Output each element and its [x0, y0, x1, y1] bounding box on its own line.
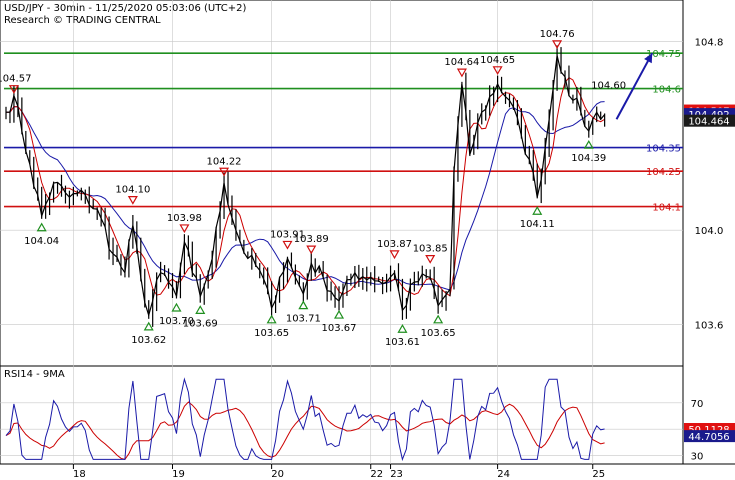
chart-background: [0, 0, 735, 480]
low-label: 104.39: [571, 153, 606, 164]
high-label: 104.22: [207, 156, 242, 167]
rsi-tick-label: 70: [691, 399, 704, 410]
level-label: 104.25: [646, 167, 681, 178]
chart-subtitle: Research © TRADING CENTRAL: [4, 15, 161, 26]
price-label: 104.60: [591, 81, 626, 92]
x-tick-label: 23: [390, 469, 403, 480]
low-label: 103.71: [286, 314, 321, 325]
chart-title: USD/JPY - 30min - 11/25/2020 05:03:06 (U…: [4, 3, 246, 14]
price-tick-label: 103.6: [695, 321, 724, 332]
low-label: 103.65: [421, 328, 456, 339]
high-label: 103.87: [377, 239, 412, 250]
high-label: 103.89: [294, 234, 329, 245]
x-tick-label: 22: [370, 469, 383, 480]
high-label: 104.57: [0, 74, 31, 85]
x-tick-label: 19: [172, 469, 185, 480]
level-label: 104.35: [646, 144, 681, 155]
price-tick-label: 104.8: [695, 37, 724, 48]
current-price-value: 104.464: [688, 117, 729, 128]
high-label: 104.64: [444, 57, 479, 68]
high-label: 103.98: [167, 213, 202, 224]
high-label: 104.10: [115, 185, 150, 196]
high-label: 104.65: [480, 55, 515, 66]
high-label: 103.85: [413, 244, 448, 255]
low-label: 103.69: [183, 318, 218, 329]
level-label: 104.1: [652, 203, 681, 214]
low-label: 103.61: [385, 337, 420, 348]
high-label: 104.76: [540, 29, 575, 40]
rsi-tick-label: 30: [691, 451, 704, 462]
x-tick-label: 25: [592, 469, 605, 480]
price-tick-label: 104.0: [695, 226, 724, 237]
low-label: 104.11: [520, 219, 555, 230]
x-tick-label: 24: [497, 469, 510, 480]
usdjpy-chart: USD/JPY - 30min - 11/25/2020 05:03:06 (U…: [0, 0, 735, 480]
low-label: 104.04: [24, 236, 59, 247]
x-tick-label: 20: [271, 469, 284, 480]
low-label: 103.62: [131, 335, 166, 346]
level-label: 104.6: [652, 85, 681, 96]
rsi-label: RSI14 - 9MA: [4, 369, 65, 380]
rsi-current-value: 44.7056: [688, 432, 729, 443]
x-tick-label: 18: [73, 469, 86, 480]
low-label: 103.67: [322, 323, 357, 334]
low-label: 103.65: [254, 328, 289, 339]
